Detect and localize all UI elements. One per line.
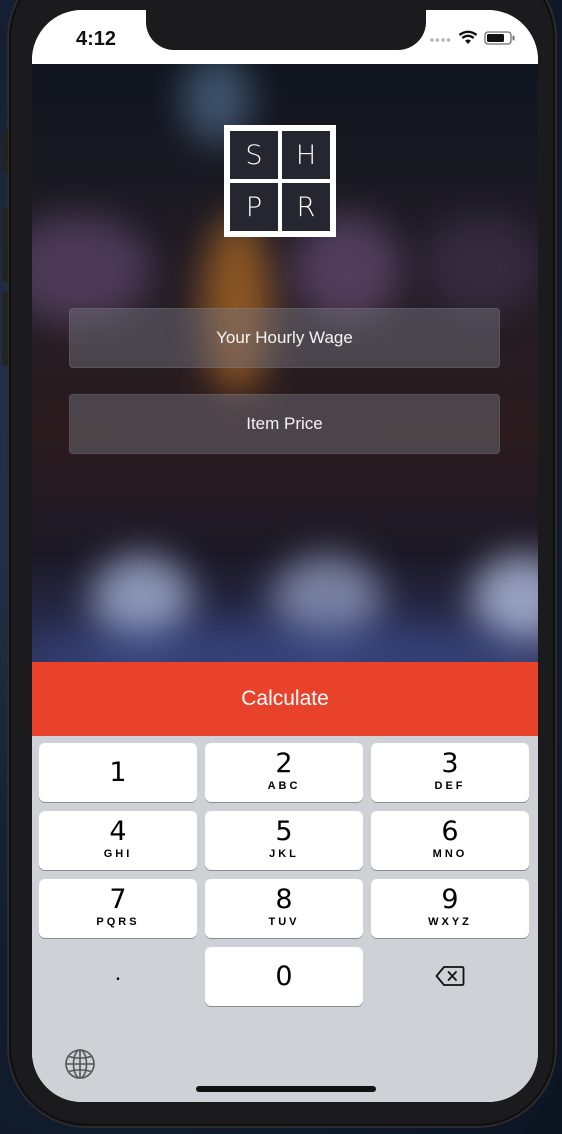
key-digit: 0	[275, 961, 293, 992]
key-letters: ABC	[267, 780, 301, 792]
decimal-key[interactable]: .	[39, 947, 197, 1006]
globe-icon[interactable]	[64, 1048, 96, 1080]
key-letters: GHI	[103, 848, 133, 860]
battery-icon	[484, 30, 515, 45]
key-letters: PQRS	[96, 916, 140, 928]
logo-letter: P	[230, 183, 278, 231]
key-7[interactable]: 7 PQRS	[39, 879, 197, 938]
status-bar: 4:12	[32, 10, 538, 64]
numeric-keyboard: 1 2 ABC 3 DEF 4 GHI 5 JKL 6 MNO 7 PQRS 8…	[32, 736, 538, 1102]
mute-switch	[2, 130, 8, 174]
key-digit: 8	[275, 884, 293, 915]
key-digit: 5	[275, 816, 293, 847]
decimal-label: .	[114, 959, 122, 986]
shpr-logo: S H P R	[224, 125, 336, 237]
key-9[interactable]: 9 WXYZ	[371, 879, 529, 938]
screen: 4:12 S H P R Your Hourly Wage Item Price…	[32, 10, 538, 1102]
wifi-icon	[458, 30, 478, 44]
logo-letter: S	[230, 131, 278, 179]
key-6[interactable]: 6 MNO	[371, 811, 529, 870]
logo-letter: H	[282, 131, 330, 179]
key-3[interactable]: 3 DEF	[371, 743, 529, 802]
key-digit: 1	[109, 757, 127, 788]
key-digit: 3	[441, 748, 459, 779]
key-digit: 7	[109, 884, 127, 915]
logo-letter: R	[282, 183, 330, 231]
key-5[interactable]: 5 JKL	[205, 811, 363, 870]
key-digit: 4	[109, 816, 127, 847]
key-1[interactable]: 1	[39, 743, 197, 802]
hero-background: S H P R Your Hourly Wage Item Price	[32, 64, 538, 662]
key-digit: 6	[441, 816, 459, 847]
notch	[146, 10, 426, 50]
key-2[interactable]: 2 ABC	[205, 743, 363, 802]
key-digit: 9	[441, 884, 459, 915]
key-digit: 2	[275, 748, 293, 779]
delete-key[interactable]	[371, 947, 529, 1006]
calculate-button[interactable]: Calculate	[32, 662, 538, 736]
key-4[interactable]: 4 GHI	[39, 811, 197, 870]
volume-up-button	[2, 208, 8, 282]
cellular-signal-icon	[430, 37, 451, 42]
key-8[interactable]: 8 TUV	[205, 879, 363, 938]
home-indicator[interactable]	[196, 1086, 376, 1092]
key-letters: TUV	[268, 916, 300, 928]
status-icons	[430, 30, 516, 45]
backspace-icon	[435, 966, 465, 986]
key-letters: JKL	[269, 848, 299, 860]
status-time: 4:12	[76, 28, 117, 50]
key-letters: MNO	[432, 848, 468, 860]
hourly-wage-field[interactable]: Your Hourly Wage	[69, 308, 500, 368]
key-letters: WXYZ	[428, 916, 472, 928]
volume-down-button	[2, 292, 8, 366]
item-price-field[interactable]: Item Price	[69, 394, 500, 454]
key-letters: DEF	[434, 780, 466, 792]
key-0[interactable]: 0	[205, 947, 363, 1006]
